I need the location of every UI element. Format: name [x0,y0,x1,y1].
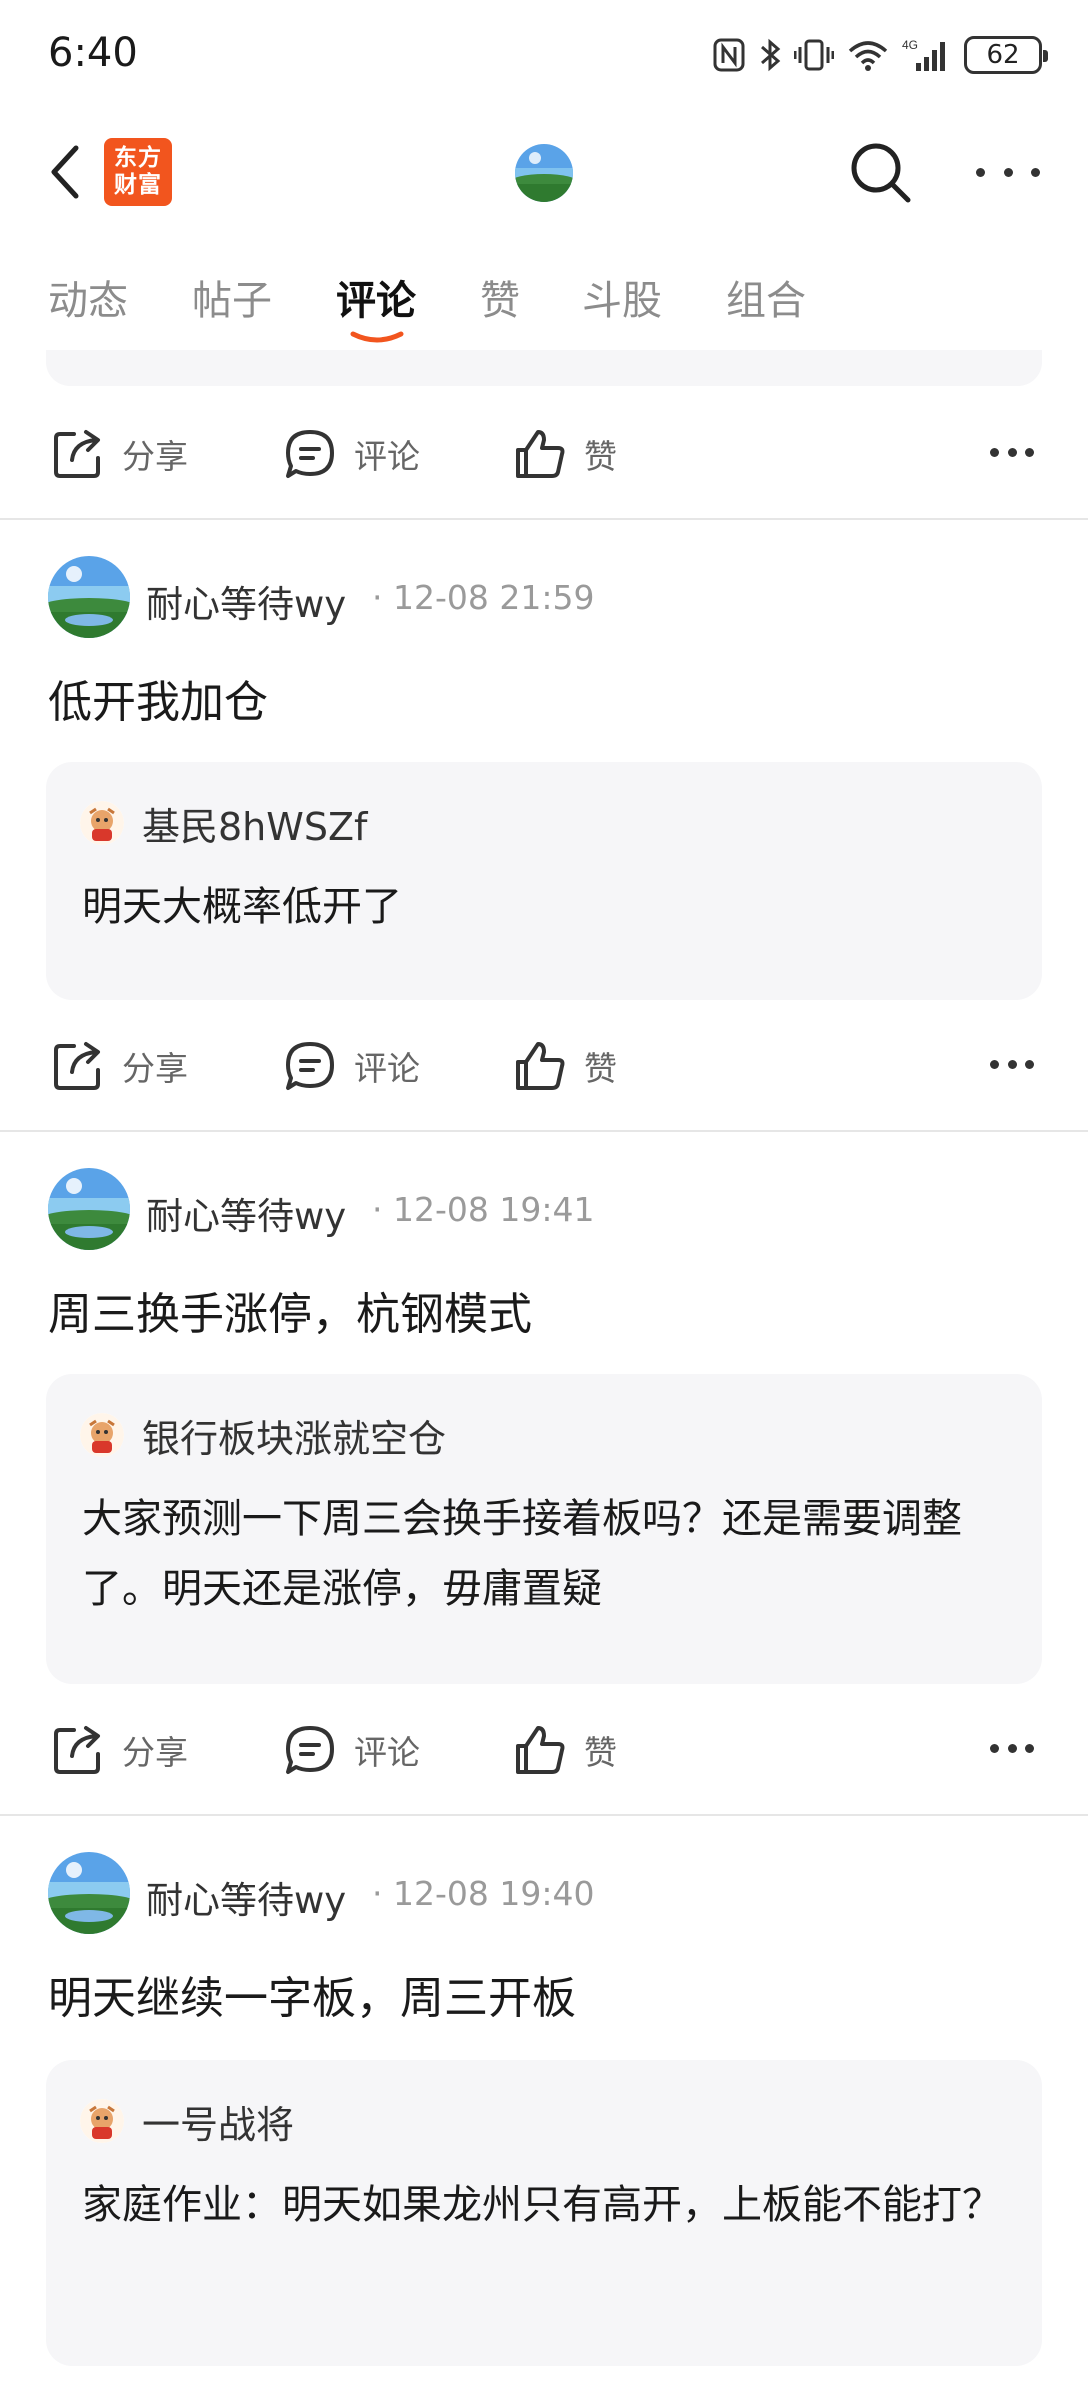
author-avatar[interactable] [48,556,130,638]
quote-header: 银行板块涨就空仓 [80,1408,446,1463]
quote-text: 家庭作业：明天如果龙州只有高开，上板能不能打？ [82,2182,1002,2228]
quoted-comment[interactable]: 一号战将 家庭作业：明天如果龙州只有高开，上板能不能打？ [46,2060,1042,2366]
author-avatar[interactable] [48,1852,130,1934]
comment-label: 评论 [354,1733,420,1772]
post-header: 耐心等待wy · 12-08 21:59 [0,556,1088,640]
network-type-label: 4G [902,38,918,52]
active-tab-indicator [350,331,404,343]
post-time-value: 12-08 21:59 [392,578,595,617]
battery-level: 62 [986,40,1020,70]
nfc-icon [713,38,745,72]
profile-avatar[interactable] [515,144,573,202]
comment-button[interactable]: 评论 [282,426,420,482]
divider [0,1814,1088,1816]
post-time: · 12-08 21:59 [372,578,595,617]
vibrate-icon [794,39,834,71]
post-more-icon[interactable] [990,1744,1034,1754]
share-label: 分享 [122,1049,188,1088]
like-label: 赞 [584,437,617,476]
post-time: · 12-08 19:41 [372,1190,595,1229]
more-options-icon[interactable] [976,146,1040,198]
comment-label: 评论 [354,437,420,476]
quote-author-avatar [80,2099,124,2143]
share-icon [54,1042,100,1090]
wifi-icon [848,41,888,71]
author-name[interactable]: 耐心等待wy [146,1186,346,1240]
tab-likes[interactable]: 赞 [480,268,520,326]
post-text[interactable]: 周三换手涨停，杭钢模式 [48,1278,532,1342]
quoted-comment[interactable]: 银行板块涨就空仓 大家预测一下周三会换手接着板吗？还是需要调整了。明天还是涨停，… [46,1374,1042,1684]
quote-author-name[interactable]: 基民8hWSZf [142,796,367,851]
tab-portfolio[interactable]: 组合 [726,268,806,326]
like-label: 赞 [584,1049,617,1088]
action-row: 分享 评论 赞 [0,1700,1088,1800]
quote-author-name[interactable]: 银行板块涨就空仓 [142,1408,446,1463]
battery-indicator: 62 [964,36,1048,74]
comment-button[interactable]: 评论 [282,1722,420,1778]
tab-stock-battle[interactable]: 斗股 [582,268,662,326]
action-row: 分享 评论 赞 [0,404,1088,504]
previous-quote-tail [46,350,1042,386]
logo-text-line2: 财富 [114,172,162,198]
post-header: 耐心等待wy · 12-08 19:40 [0,1852,1088,1936]
like-button[interactable]: 赞 [512,1722,617,1778]
search-icon[interactable] [846,138,914,206]
post-more-icon[interactable] [990,448,1034,458]
divider [0,1130,1088,1132]
action-row: 分享 评论 赞 [0,1016,1088,1116]
thumbs-up-icon [516,1726,565,1774]
tab-comments[interactable]: 评论 [336,268,416,326]
comment-button[interactable]: 评论 [282,1038,420,1094]
status-icons: 4G 62 [712,30,1048,80]
share-label: 分享 [122,437,188,476]
share-label: 分享 [122,1733,188,1772]
post-time-value: 12-08 19:41 [392,1190,595,1229]
post-more-icon[interactable] [990,1060,1034,1070]
status-time: 6:40 [48,30,138,76]
comment-label: 评论 [354,1049,420,1088]
thumbs-up-icon [516,430,565,478]
post-header: 耐心等待wy · 12-08 19:41 [0,1168,1088,1252]
quote-header: 一号战将 [80,2094,294,2149]
comment-icon [286,430,334,478]
share-icon [54,430,100,478]
bluetooth-icon [761,38,781,72]
status-bar: 6:40 4G 62 [0,0,1088,116]
logo-text-line1: 东方 [114,145,162,171]
app-logo[interactable]: 东方 财富 [104,138,172,206]
share-button[interactable]: 分享 [50,426,188,482]
quote-author-avatar [80,801,124,845]
author-name[interactable]: 耐心等待wy [146,1870,346,1924]
signal-icon: 4G [902,38,945,71]
comment-icon [286,1042,334,1090]
thumbs-up-icon [516,1042,565,1090]
quoted-comment[interactable]: 基民8hWSZf 明天大概率低开了 [46,762,1042,1000]
post-time: · 12-08 19:40 [372,1874,595,1913]
divider [0,518,1088,520]
nav-bar: 东方 财富 [0,116,1088,228]
share-icon [54,1726,100,1774]
quote-author-name[interactable]: 一号战将 [142,2094,294,2149]
share-button[interactable]: 分享 [50,1722,188,1778]
tab-posts[interactable]: 帖子 [192,268,272,326]
quote-header: 基民8hWSZf [80,796,367,851]
profile-tabs: 动态 帖子 评论 赞 斗股 组合 [0,258,1088,348]
author-avatar[interactable] [48,1168,130,1250]
comment-icon [286,1726,334,1774]
quote-text: 大家预测一下周三会换手接着板吗？还是需要调整了。明天还是涨停，毋庸置疑 [82,1496,962,1612]
author-name[interactable]: 耐心等待wy [146,574,346,628]
post-text[interactable]: 明天继续一字板，周三开板 [48,1962,576,2026]
like-label: 赞 [584,1733,617,1772]
like-button[interactable]: 赞 [512,1038,617,1094]
quote-author-avatar [80,1413,124,1457]
back-icon[interactable] [40,140,100,204]
post-time-value: 12-08 19:40 [392,1874,595,1913]
share-button[interactable]: 分享 [50,1038,188,1094]
tab-dynamics[interactable]: 动态 [48,268,128,326]
post-text[interactable]: 低开我加仓 [48,666,268,730]
like-button[interactable]: 赞 [512,426,617,482]
quote-text: 明天大概率低开了 [82,884,402,930]
